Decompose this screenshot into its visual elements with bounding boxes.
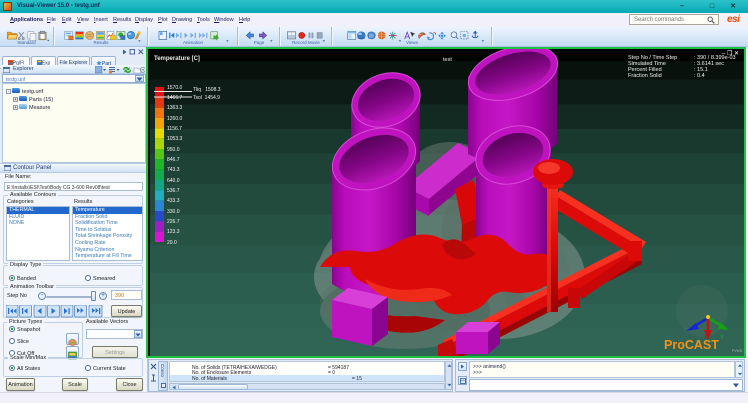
svg-text:Y: Y [720,335,724,341]
